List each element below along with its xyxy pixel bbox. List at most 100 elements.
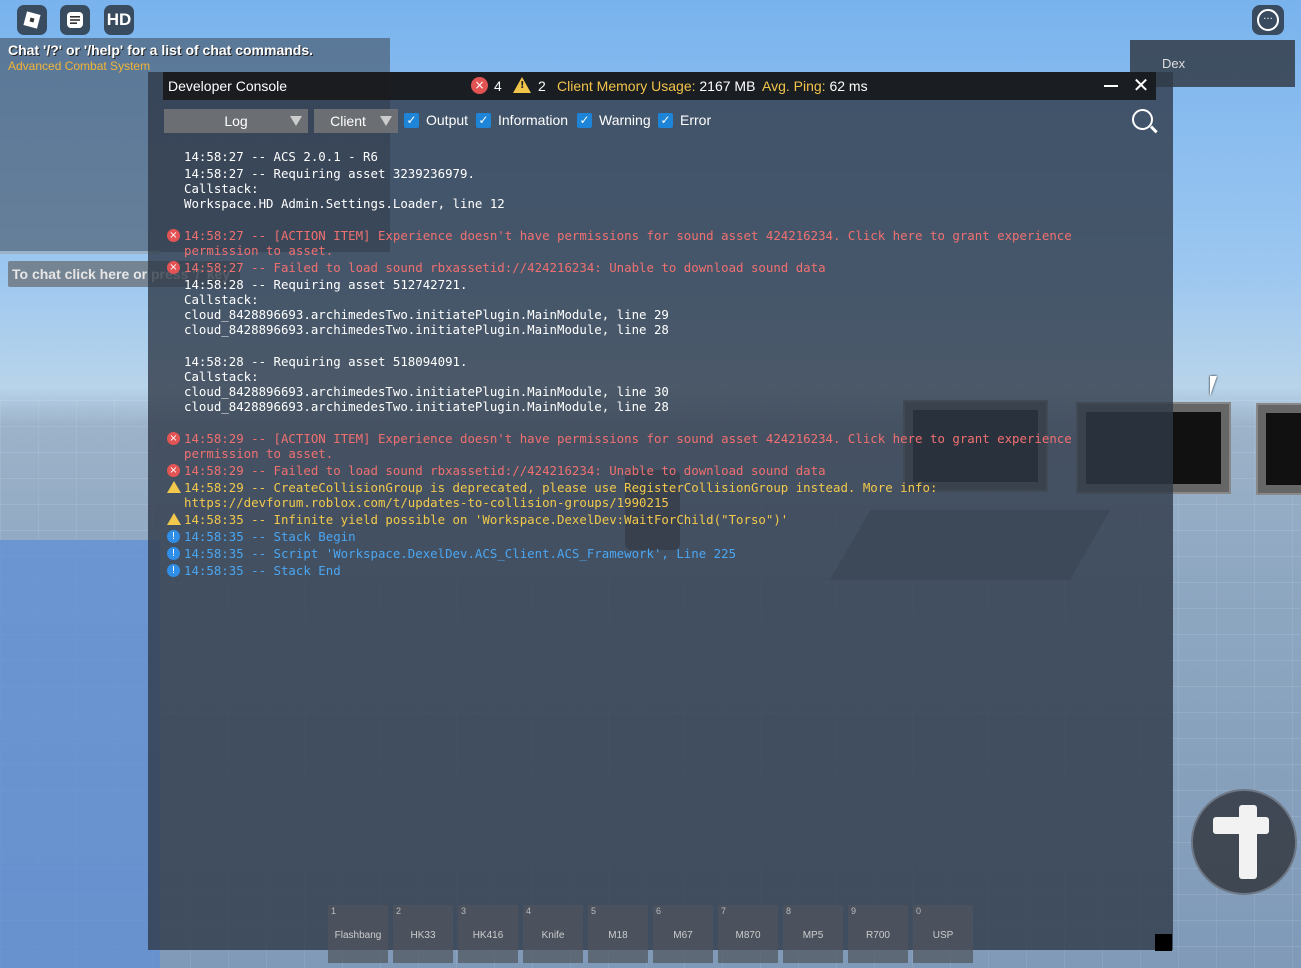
resize-handle[interactable] — [1155, 934, 1172, 951]
hotbar-slot-name: M67 — [673, 930, 693, 941]
log-line: 14:58:27 -- Requiring asset 3239236979. — [184, 166, 475, 181]
error-level-icon: × — [167, 432, 180, 445]
chat-system-message: Advanced Combat System — [8, 59, 151, 73]
log-line: Callstack: — [184, 292, 259, 307]
log-line: 14:58:27 -- ACS 2.0.1 - R6 — [184, 149, 378, 164]
chat-divider — [0, 251, 160, 254]
hotbar-slot[interactable]: 8 MP5 — [783, 905, 843, 963]
log-line: Workspace.HD Admin.Settings.Loader, line… — [184, 196, 505, 211]
hotbar-slot-name: R700 — [866, 930, 890, 941]
ping-label: Avg. Ping: — [762, 78, 826, 94]
hd-admin-button[interactable]: HD — [104, 5, 134, 35]
hotbar-slot[interactable]: 3 HK416 — [458, 905, 518, 963]
log-line: 14:58:35 -- Infinite yield possible on '… — [184, 512, 789, 527]
hotbar-slot[interactable]: 2 HK33 — [393, 905, 453, 963]
hotbar-slot-number: 5 — [591, 906, 597, 916]
log-line: Callstack: — [184, 369, 259, 384]
memory-label: Client Memory Usage: — [557, 78, 696, 94]
hotbar-slot-number: 9 — [851, 906, 857, 916]
warning-count: 2 — [538, 78, 546, 94]
hotbar-slot-number: 8 — [786, 906, 792, 916]
ping-stat: Avg. Ping: 62 ms — [762, 78, 868, 94]
client-dropdown-label: Client — [330, 113, 366, 129]
hotbar-slot-number: 4 — [526, 906, 532, 916]
scene-monitor-3 — [1258, 405, 1301, 493]
hotbar-slot-number: 0 — [916, 906, 922, 916]
log-line: https://devforum.roblox.com/t/updates-to… — [184, 495, 669, 510]
tool-equip-button[interactable] — [1191, 789, 1297, 895]
log-line: 14:58:35 -- Script 'Workspace.DexelDev.A… — [184, 546, 737, 561]
warning-filter-label: Warning — [599, 112, 651, 128]
output-filter-label: Output — [426, 112, 469, 128]
log-line[interactable]: 14:58:27 -- Failed to load sound rbxasse… — [184, 260, 826, 275]
client-memory-stat: Client Memory Usage: 2167 MB — [557, 78, 755, 94]
hotbar-slot-number: 2 — [396, 906, 402, 916]
info-level-icon: ! — [167, 564, 180, 577]
hotbar-slot-name: M870 — [735, 930, 761, 941]
chat-help-message: Chat '/?' or '/help' for a list of chat … — [8, 42, 314, 58]
hotbar-slot[interactable]: 7 M870 — [718, 905, 778, 963]
hotbar-slot-number: 7 — [721, 906, 727, 916]
hotbar-slot-number: 3 — [461, 906, 467, 916]
log-line: cloud_8428896693.archimedesTwo.initiateP… — [184, 307, 669, 322]
chevron-down-icon — [290, 116, 302, 126]
log-line: cloud_8428896693.archimedesTwo.initiateP… — [184, 399, 669, 414]
log-output-area[interactable]: 14:58:27 -- ACS 2.0.1 - R6 14:58:27 -- Re… — [163, 140, 1156, 935]
hotbar-slot-name: M18 — [608, 930, 628, 941]
log-line[interactable]: 14:58:29 -- [ACTION ITEM] Experience doe… — [184, 431, 1072, 446]
hotbar-slot-name: Flashbang — [334, 930, 382, 941]
error-checkbox[interactable]: ✓ — [658, 113, 673, 128]
chevron-down-icon — [380, 116, 392, 126]
dex-label: Dex — [1162, 56, 1186, 71]
log-line: Callstack: — [184, 181, 259, 196]
minimize-icon[interactable] — [1104, 85, 1118, 87]
log-line[interactable]: permission to asset. — [184, 243, 333, 258]
hotbar-slot-name: MP5 — [802, 930, 824, 941]
warning-checkbox[interactable]: ✓ — [577, 113, 592, 128]
information-checkbox[interactable]: ✓ — [476, 113, 491, 128]
mouse-cursor-icon — [1210, 376, 1217, 396]
log-line[interactable]: 14:58:27 -- [ACTION ITEM] Experience doe… — [184, 228, 1072, 243]
hotbar-slot[interactable]: 5 M18 — [588, 905, 648, 963]
log-line[interactable]: permission to asset. — [184, 446, 333, 461]
hotbar-slot[interactable]: 1 Flashbang — [328, 905, 388, 963]
log-dropdown[interactable]: Log — [164, 109, 308, 133]
log-line: cloud_8428896693.archimedesTwo.initiateP… — [184, 384, 669, 399]
client-server-dropdown[interactable]: Client — [314, 109, 398, 133]
more-options-icon[interactable]: ··· — [1252, 5, 1284, 35]
hotbar-slot-name: HK33 — [410, 930, 436, 941]
roblox-logo-icon[interactable] — [17, 5, 47, 35]
tool-icon-handle — [1213, 817, 1269, 834]
search-icon[interactable] — [1132, 109, 1153, 130]
console-title: Developer Console — [168, 78, 288, 94]
log-dropdown-label: Log — [224, 113, 248, 129]
hotbar-slot[interactable]: 9 R700 — [848, 905, 908, 963]
hotbar-slot-name: HK416 — [472, 930, 504, 941]
log-line: 14:58:35 -- Stack Begin — [184, 529, 356, 544]
error-level-icon: × — [167, 261, 180, 274]
error-level-icon: × — [167, 229, 180, 242]
close-icon[interactable]: ✕ — [1131, 75, 1151, 95]
hotbar-slot[interactable]: 4 Knife — [523, 905, 583, 963]
warning-count-icon — [513, 77, 531, 93]
info-level-icon: ! — [167, 530, 180, 543]
hotbar-slot-number: 6 — [656, 906, 662, 916]
hotbar-slot-name: Knife — [541, 930, 565, 941]
hotbar-slot[interactable]: 0 USP — [913, 905, 973, 963]
output-checkbox[interactable]: ✓ — [404, 113, 419, 128]
error-count: 4 — [494, 78, 502, 94]
chat-icon[interactable] — [60, 5, 90, 35]
hotbar-slot[interactable]: 6 M67 — [653, 905, 713, 963]
log-line: 14:58:35 -- Stack End — [184, 563, 341, 578]
log-line: 14:58:28 -- Requiring asset 512742721. — [184, 277, 468, 292]
log-line[interactable]: 14:58:29 -- Failed to load sound rbxasse… — [184, 463, 826, 478]
log-line: 14:58:28 -- Requiring asset 518094091. — [184, 354, 468, 369]
error-level-icon: × — [167, 464, 180, 477]
hotbar-slot-name: USP — [932, 930, 954, 941]
hotbar-slot-number: 1 — [331, 906, 337, 916]
warning-level-icon — [167, 481, 181, 493]
error-filter-label: Error — [680, 112, 712, 128]
log-line: 14:58:29 -- CreateCollisionGroup is depr… — [184, 480, 938, 495]
log-line: cloud_8428896693.archimedesTwo.initiateP… — [184, 322, 669, 337]
memory-value: 2167 MB — [699, 78, 756, 94]
